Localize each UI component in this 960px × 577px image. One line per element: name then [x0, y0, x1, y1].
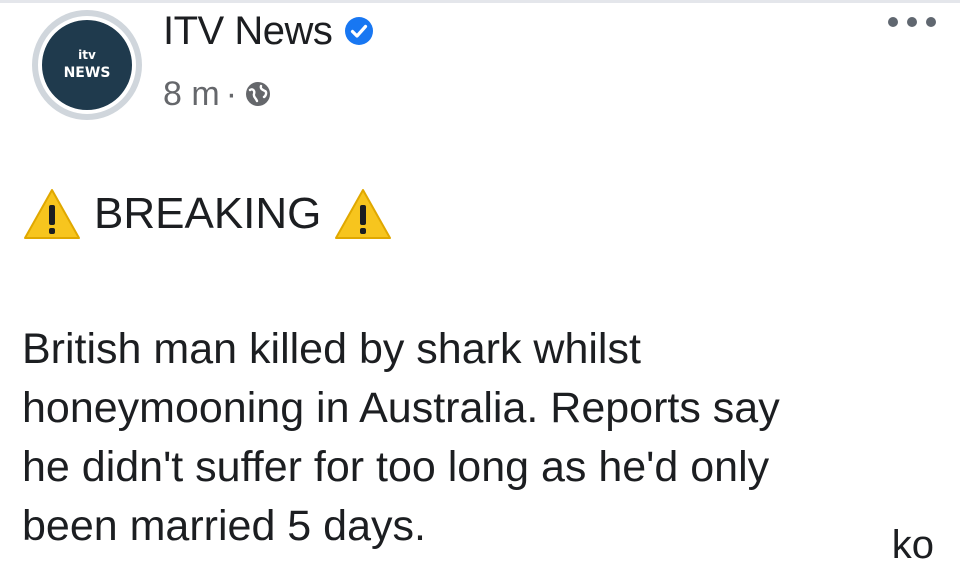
warning-icon	[22, 186, 82, 242]
itv-news-logo: itv NEWS	[38, 16, 136, 114]
watermark-text: ko	[891, 523, 934, 567]
more-dot	[926, 17, 936, 27]
post-body-line: honeymooning in Australia. Reports say	[22, 384, 780, 432]
post-body-line: British man killed by shark whilst	[22, 325, 641, 373]
post-body-line: he didn't suffer for too long as he'd on…	[22, 443, 770, 491]
more-dot	[888, 17, 898, 27]
post-body-text: British man killed by shark whilst honey…	[22, 320, 942, 556]
more-options-icon[interactable]	[888, 14, 936, 30]
post-meta: 8 m ·	[163, 74, 273, 114]
page-avatar[interactable]: itv NEWS	[32, 10, 142, 120]
post-timestamp[interactable]: 8 m	[163, 74, 220, 114]
avatar-news-text: NEWS	[63, 65, 111, 81]
avatar-logo-text: itv	[78, 48, 96, 62]
post-body-line: been married 5 days.	[22, 502, 426, 550]
meta-separator: ·	[225, 75, 238, 113]
breaking-label: BREAKING	[94, 189, 322, 238]
more-dot	[907, 17, 917, 27]
globe-icon[interactable]	[243, 79, 273, 109]
verified-badge-icon	[344, 16, 374, 46]
warning-icon	[333, 186, 393, 242]
post-header: ITV News	[163, 8, 374, 54]
breaking-headline: BREAKING	[22, 182, 393, 246]
page-name-link[interactable]: ITV News	[163, 8, 333, 54]
facebook-post-card: itv NEWS ITV News 8 m · BREAKING British…	[0, 0, 960, 577]
